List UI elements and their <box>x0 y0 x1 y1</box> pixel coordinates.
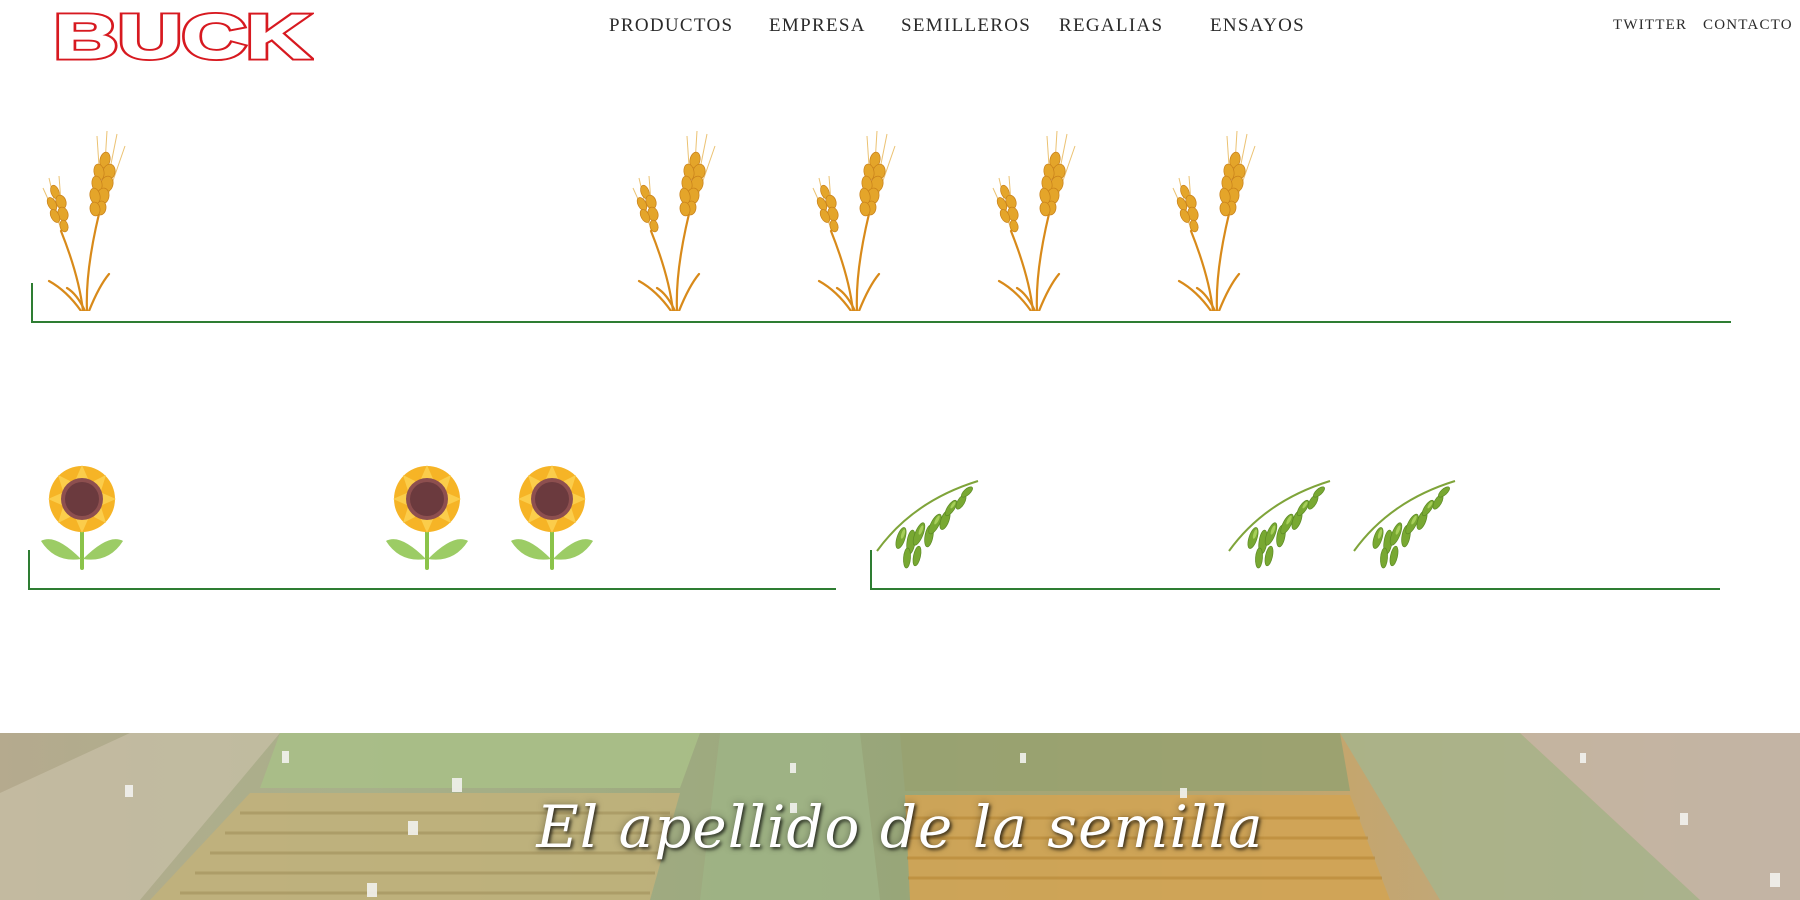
twitter-link[interactable]: TWITTER <box>1613 17 1687 34</box>
nav-ensayos[interactable]: ENSAYOS <box>1210 15 1305 37</box>
sunflower-icon[interactable] <box>382 463 472 573</box>
hero-tagline: El apellido de la semilla <box>536 793 1264 861</box>
wheat-icon[interactable] <box>1167 126 1257 311</box>
buck-logo[interactable]: BUCK BUCK <box>50 8 314 66</box>
contacto-link[interactable]: CONTACTO <box>1703 17 1793 34</box>
nav-empresa[interactable]: EMPRESA <box>769 15 866 37</box>
nav-semilleros[interactable]: SEMILLEROS <box>901 15 1031 37</box>
hero-banner: El apellido de la semilla <box>0 733 1800 900</box>
oat-icon[interactable] <box>873 476 983 576</box>
oat-icon[interactable] <box>1225 476 1335 576</box>
sunflower-icon[interactable] <box>37 463 127 573</box>
wheat-icon[interactable] <box>627 126 717 311</box>
wheat-icon[interactable] <box>37 126 127 311</box>
wheat-icon[interactable] <box>987 126 1077 311</box>
nav-productos[interactable]: PRODUCTOS <box>609 15 733 37</box>
header: BUCK BUCK PRODUCTOS EMPRESA SEMILLEROS R… <box>0 0 1800 66</box>
nav-regalias[interactable]: REGALIAS <box>1059 15 1163 37</box>
wheat-icon[interactable] <box>807 126 897 311</box>
oat-icon[interactable] <box>1350 476 1460 576</box>
sunflower-icon[interactable] <box>507 463 597 573</box>
svg-text:BUCK: BUCK <box>54 8 310 66</box>
